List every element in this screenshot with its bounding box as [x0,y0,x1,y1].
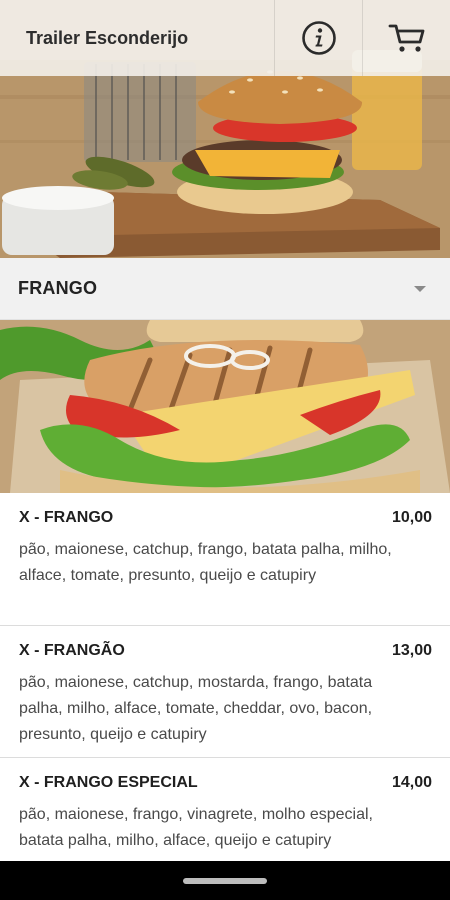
menu-item[interactable]: X - FRANGÃO 13,00 pão, maionese, catchup… [0,626,450,758]
item-description: pão, maionese, catchup, frango, batata p… [19,541,392,584]
info-button[interactable] [274,0,362,76]
hero-banner: Trailer Esconderijo [0,0,450,258]
chicken-sandwich-image [0,320,450,493]
category-name: FRANGO [18,278,98,298]
item-name: X - FRANGÃO [19,642,125,659]
home-gesture-handle[interactable] [183,877,267,884]
app-header: Trailer Esconderijo [0,0,450,76]
menu-item[interactable]: X - FRANGO 10,00 pão, maionese, catchup,… [0,493,450,626]
info-circle-icon [301,21,336,55]
item-description: pão, maionese, catchup, mostarda, frango… [19,674,373,743]
menu-list: X - FRANGO 10,00 pão, maionese, catchup,… [0,493,450,861]
item-price: 14,00 [391,774,432,791]
item-description: pão, maionese, frango, vinagrete, molho … [19,806,373,849]
item-price: 10,00 [391,509,432,526]
item-price: 13,00 [391,642,432,659]
item-name: X - FRANGO ESPECIAL [19,774,198,791]
app-title: Trailer Esconderijo [26,27,189,48]
cart-button[interactable] [362,0,450,76]
system-navigation-bar [0,861,450,900]
caret-down-icon [414,285,426,292]
category-image [0,320,450,493]
item-name: X - FRANGO [19,509,114,526]
category-selector[interactable]: FRANGO [0,258,450,320]
shopping-cart-icon [388,24,424,52]
menu-item[interactable]: X - FRANGO ESPECIAL 14,00 pão, maionese,… [0,758,450,861]
